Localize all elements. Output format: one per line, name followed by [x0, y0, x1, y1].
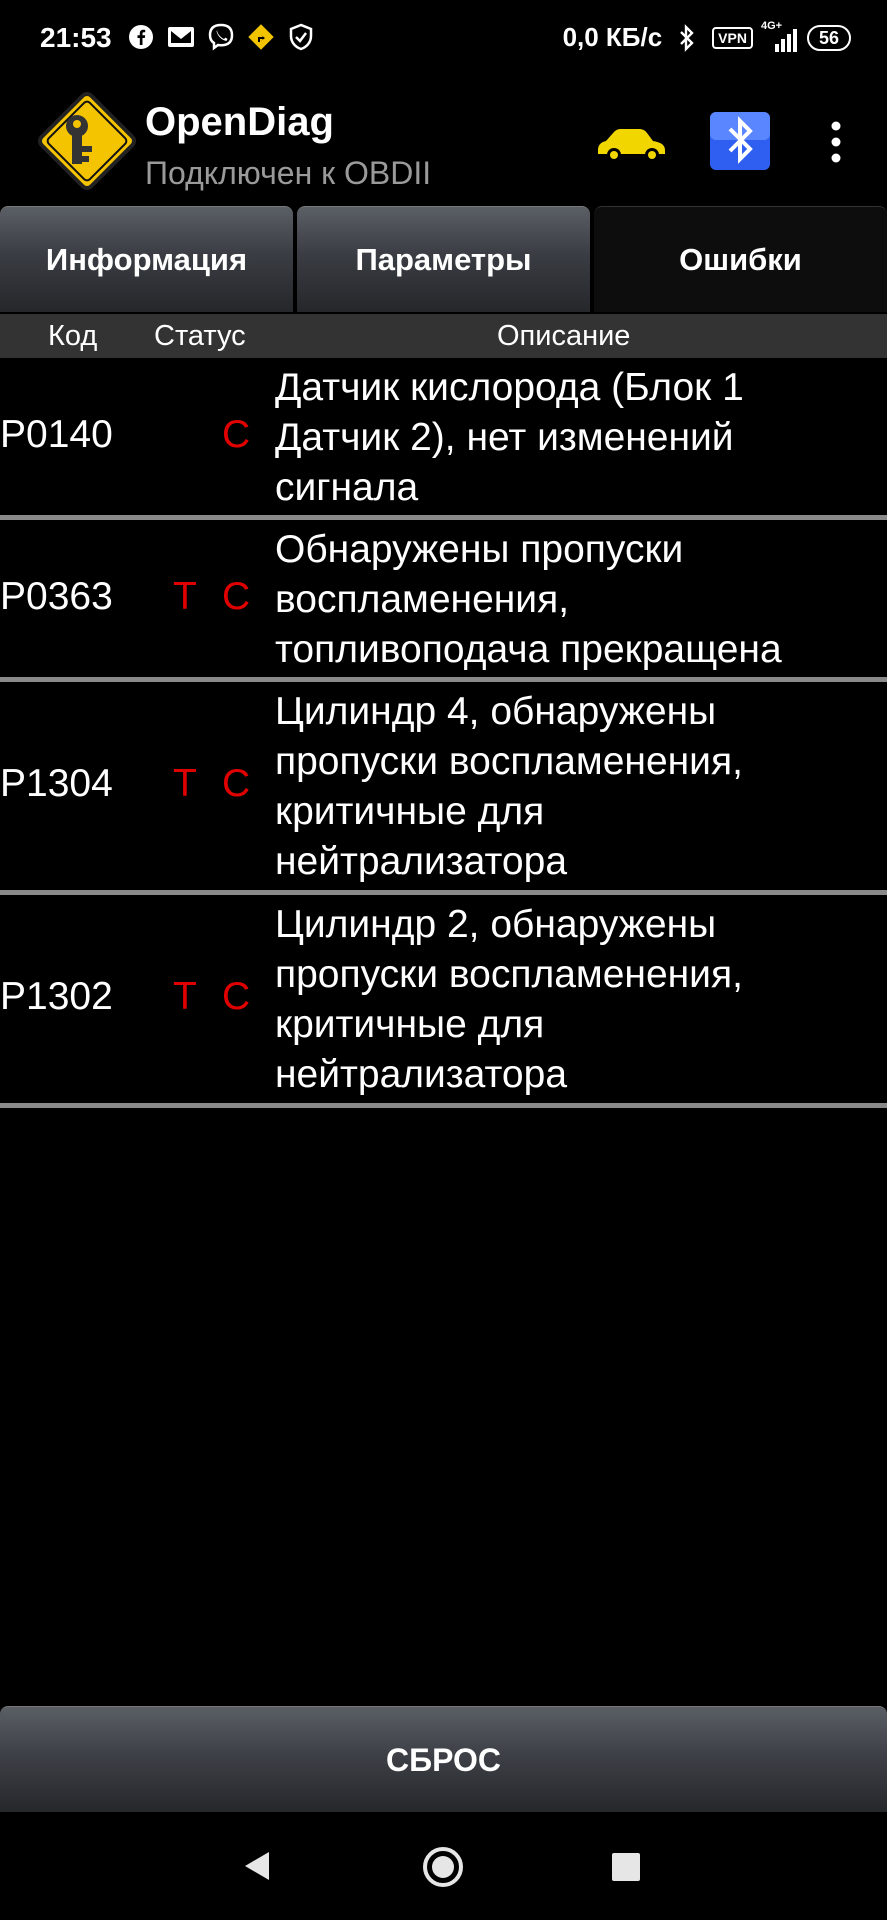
error-list: P0140 C Датчик кислорода (Блок 1 Датчик …: [0, 358, 887, 1108]
navigation-icon: [246, 22, 276, 52]
error-code: P0140: [0, 413, 113, 456]
back-icon[interactable]: [243, 1850, 271, 1882]
error-description: Обнаружены пропуски воспламенения, топли…: [275, 528, 782, 671]
overflow-menu-icon[interactable]: [826, 118, 846, 166]
error-code: P0363: [0, 575, 113, 618]
tab-information[interactable]: Информация: [0, 206, 293, 312]
status-c: C: [222, 575, 251, 618]
reset-button[interactable]: СБРОС: [0, 1706, 887, 1813]
error-description: Цилиндр 2, обнаружены пропуски воспламен…: [275, 903, 743, 1096]
table-row[interactable]: P0363 T C Обнаружены пропуски воспламене…: [0, 520, 887, 682]
facebook-icon: [126, 22, 156, 52]
header-description: Описание: [497, 320, 631, 352]
battery-icon: 56: [806, 24, 851, 51]
status-t: T: [173, 975, 197, 1018]
network-type: 4G+: [760, 19, 783, 32]
status-c: C: [222, 975, 251, 1018]
shield-icon: [286, 22, 316, 52]
error-description: Датчик кислорода (Блок 1 Датчик 2), нет …: [275, 366, 744, 509]
mail-icon: [166, 22, 196, 52]
tab-bar: Информация Параметры Ошибки: [0, 206, 887, 312]
status-c: C: [222, 413, 251, 456]
app-logo-icon: [32, 86, 142, 196]
system-indicators: 0,0 КБ/с VPN 4G+ 56: [562, 20, 851, 53]
table-header: Код Статус Описание: [0, 314, 887, 358]
notification-icons: [126, 22, 316, 52]
app-title: OpenDiag: [145, 100, 334, 144]
car-icon[interactable]: [594, 124, 670, 164]
table-row[interactable]: P0140 C Датчик кислорода (Блок 1 Датчик …: [0, 358, 887, 520]
table-row[interactable]: P1302 T C Цилиндр 2, обнаружены пропуски…: [0, 895, 887, 1108]
home-icon[interactable]: [422, 1846, 464, 1888]
header-status: Статус: [154, 320, 246, 352]
connection-status: Подключен к OBDII: [145, 155, 432, 191]
viber-icon: [206, 22, 236, 52]
status-bar: 21:53 0,0 КБ/с VPN 4G+ 56: [0, 0, 887, 80]
vpn-badge: VPN: [712, 26, 753, 49]
status-time: 21:53: [40, 22, 112, 53]
status-t: T: [173, 762, 197, 805]
error-description: Цилиндр 4, обнаружены пропуски воспламен…: [275, 690, 743, 883]
tab-parameters[interactable]: Параметры: [297, 206, 590, 312]
signal-icon: 4G+: [761, 20, 797, 52]
recents-icon[interactable]: [612, 1853, 640, 1881]
tab-errors[interactable]: Ошибки: [594, 206, 887, 312]
table-row[interactable]: P1304 T C Цилиндр 4, обнаружены пропуски…: [0, 682, 887, 895]
status-t: T: [173, 575, 197, 618]
header-code: Код: [48, 320, 98, 352]
net-speed: 0,0 КБ/с: [562, 22, 663, 52]
error-code: P1302: [0, 975, 113, 1018]
bluetooth-status-icon: [672, 23, 702, 53]
error-code: P1304: [0, 762, 113, 805]
status-c: C: [222, 762, 251, 805]
bluetooth-icon[interactable]: [708, 110, 772, 172]
